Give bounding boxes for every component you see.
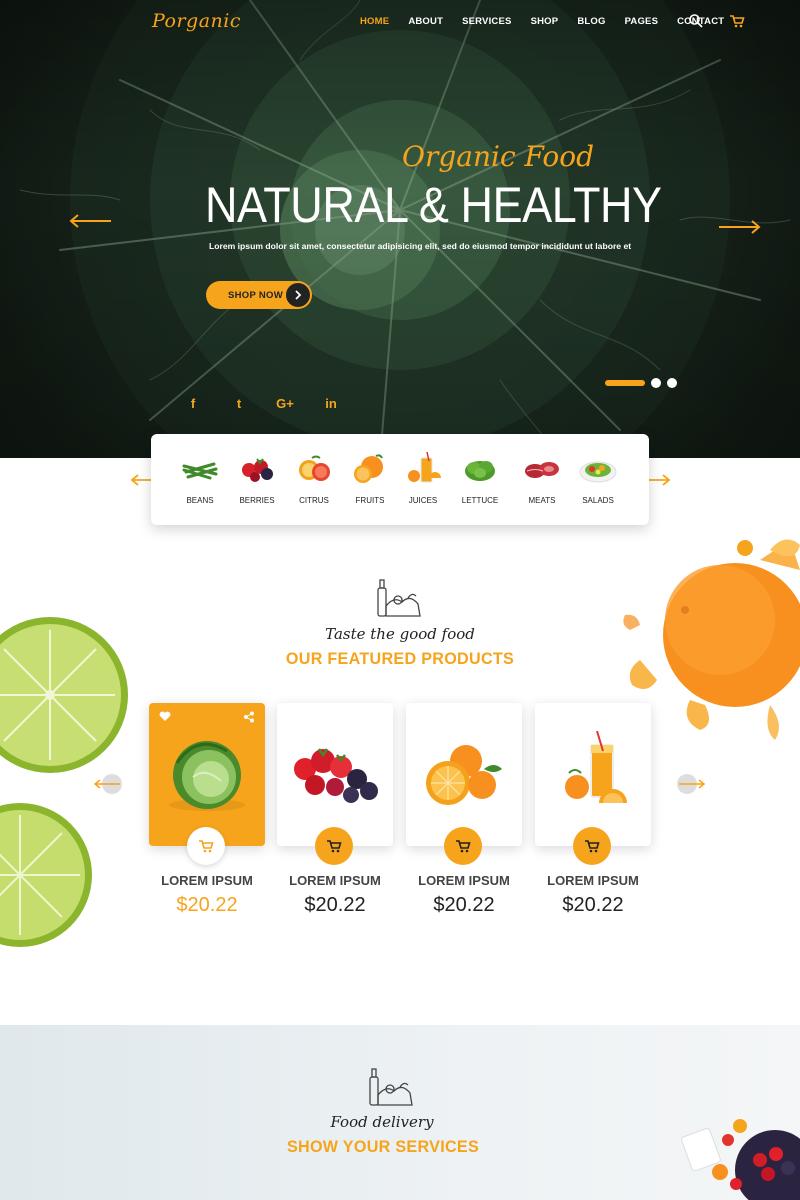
share-icon[interactable] [243,711,255,723]
nav-shop[interactable]: SHOP [531,16,559,27]
linkedin-icon[interactable]: in [308,396,354,411]
product-name[interactable]: LOREM IPSUM [149,873,265,888]
hero-subtitle: Lorem ipsum dolor sit amet, consectetur … [209,241,632,251]
lettuce-icon [465,461,495,481]
chevron-right-icon [286,283,310,307]
category-label: MEATS [528,496,556,505]
add-to-cart-button[interactable] [573,827,611,865]
category-label: SALADS [582,496,614,505]
cart-icon [456,840,471,853]
category-berries[interactable]: BERRIES [229,452,285,505]
category-salads[interactable]: SALADS [570,452,626,505]
brand-logo[interactable]: Porganic [152,10,241,32]
arrow-right-icon [679,779,706,789]
category-label: BERRIES [239,496,275,505]
facebook-icon[interactable]: f [170,396,216,411]
product-card[interactable] [406,703,522,865]
cart-icon[interactable] [729,13,745,29]
citrus-icon [299,455,330,481]
nav-home[interactable]: HOME [360,16,389,27]
add-to-cart-button[interactable] [315,827,353,865]
category-label: CITRUS [299,496,329,505]
nav-blog[interactable]: BLOG [577,16,605,27]
category-fruits[interactable]: FRUITS [342,452,398,505]
hero-prev-arrow-icon[interactable] [68,214,112,228]
arrow-left-icon [93,779,120,789]
hero-script-heading: Organic Food [402,140,595,173]
category-juices[interactable]: JUICES [395,452,451,505]
slider-indicators [605,378,677,388]
slide-indicator[interactable] [651,378,661,388]
berries-icon [242,458,273,482]
category-strip: BEANS BERRIES CITRUS FRUITS JUICES LETTU… [151,434,649,525]
featured-title: OUR FEATURED PRODUCTS [285,649,515,668]
cart-icon [585,840,600,853]
product-name[interactable]: LOREM IPSUM [535,873,651,888]
juice-product-image [565,731,627,803]
beans-icon [182,462,218,480]
add-to-cart-button[interactable] [187,827,225,865]
fruit-bowl-decoration [681,1119,800,1200]
slide-indicator-active[interactable] [605,380,645,386]
salads-icon [579,461,617,483]
services-script-heading: Food delivery [330,1113,434,1131]
category-lettuce[interactable]: LETTUCE [452,452,508,505]
heart-icon[interactable] [159,711,171,722]
hero-slider: Porganic HOME ABOUT SERVICES SHOP BLOG P… [0,0,800,458]
add-to-cart-button[interactable] [444,827,482,865]
category-label: FRUITS [355,496,385,505]
product-price: $20.22 [433,894,495,916]
category-label: JUICES [408,496,438,505]
oranges-product-image [426,745,502,805]
category-label: BEANS [186,496,214,505]
product-price: $20.22 [176,894,238,916]
product-card[interactable] [277,703,393,865]
category-label: LETTUCE [461,496,499,505]
product-name[interactable]: LOREM IPSUM [277,873,393,888]
services-section: Food delivery SHOW YOUR SERVICES [0,1025,800,1200]
product-price: $20.22 [562,894,624,916]
product-card[interactable] [149,703,265,865]
nav-pages[interactable]: PAGES [625,16,659,27]
cart-icon [199,840,214,853]
products-prev-button[interactable] [93,774,122,794]
grocery-bag-icon [377,579,421,617]
featured-script-heading: Taste the good food [325,625,475,643]
product-name[interactable]: LOREM IPSUM [406,873,522,888]
social-links: f t G+ in [170,396,354,411]
google-plus-icon[interactable]: G+ [262,396,308,411]
category-beans[interactable]: BEANS [172,452,228,505]
category-citrus[interactable]: CITRUS [286,452,342,505]
shop-now-button[interactable]: SHOP NOW [206,281,312,309]
berries-product-image [294,748,378,803]
services-title: SHOW YOUR SERVICES [286,1137,480,1156]
grocery-bag-icon [369,1068,413,1106]
product-card[interactable] [535,703,651,865]
product-price: $20.22 [304,894,366,916]
shop-now-label: SHOP NOW [228,289,284,301]
hero-title: NATURAL & HEALTHY [205,177,662,233]
meats-icon [525,462,559,478]
cart-icon [327,840,342,853]
nav-about[interactable]: ABOUT [408,16,443,27]
slide-indicator[interactable] [667,378,677,388]
nav-services[interactable]: SERVICES [462,16,511,27]
search-icon[interactable] [688,13,704,29]
main-nav: HOME ABOUT SERVICES SHOP BLOG PAGES CONT… [360,16,743,27]
category-meats[interactable]: MEATS [514,452,570,505]
fruits-icon [354,454,383,483]
products-next-button[interactable] [677,774,706,794]
cabbage-product-image [169,741,245,811]
twitter-icon[interactable]: t [216,396,262,411]
hero-next-arrow-icon[interactable] [718,220,762,234]
juices-icon [408,452,441,483]
